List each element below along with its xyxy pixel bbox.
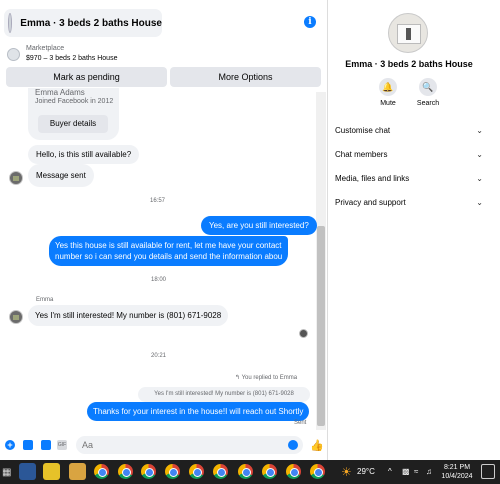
- reply-note-text: You replied to Emma: [241, 375, 298, 381]
- gif-icon[interactable]: GIF: [57, 440, 67, 450]
- sender-avatar[interactable]: [9, 171, 23, 185]
- mark-pending-button[interactable]: Mark as pending: [6, 67, 167, 87]
- info-icon[interactable]: i: [304, 16, 316, 28]
- buyer-name: Emma Adams: [35, 88, 85, 97]
- search-icon: 🔍: [419, 78, 437, 96]
- message-line: Yes this house is still available for re…: [55, 241, 282, 250]
- menu-label: Chat members: [335, 150, 388, 159]
- menu-chat-members[interactable]: Chat members ⌄: [335, 146, 483, 164]
- chrome-icon[interactable]: [238, 464, 253, 479]
- emoji-icon[interactable]: [288, 440, 298, 450]
- chevron-down-icon: ⌄: [476, 150, 483, 159]
- message-bubble-out[interactable]: Yes, are you still interested?: [201, 216, 317, 235]
- chrome-icon[interactable]: [118, 464, 133, 479]
- message-bubble-in[interactable]: Yes I'm still interested! My number is (…: [28, 305, 229, 326]
- timestamp: 20:21: [151, 353, 167, 359]
- buyer-profile-card: Emma Adams Joined Facebook in 2012 Buyer…: [28, 88, 119, 140]
- chevron-down-icon: ⌄: [476, 174, 483, 183]
- listing-thumbnail: [7, 48, 20, 61]
- wifi-icon[interactable]: ≈: [414, 467, 418, 476]
- search-label: Search: [416, 100, 440, 107]
- sent-status: Sent: [294, 420, 307, 426]
- buyer-details-button[interactable]: Buyer details: [38, 115, 108, 133]
- menu-privacy-support[interactable]: Privacy and support ⌄: [335, 194, 483, 212]
- chevron-down-icon: ⌄: [476, 126, 483, 135]
- reply-icon: ↰: [235, 375, 242, 381]
- conversation-info-panel: Emma · 3 beds 2 baths House 🔔 Mute 🔍 Sea…: [329, 0, 500, 460]
- chat-title-button[interactable]: Emma · 3 beds 2 baths House: [4, 9, 162, 37]
- chat-title: Emma · 3 beds 2 baths House: [20, 17, 162, 29]
- reply-note: ↰ You replied to Emma: [235, 374, 297, 381]
- chrome-icon[interactable]: [213, 464, 228, 479]
- marketplace-label: Marketplace: [26, 45, 65, 52]
- chrome-icon[interactable]: [310, 464, 325, 479]
- message-bubble-in[interactable]: Message sent: [28, 164, 94, 187]
- sticker-icon[interactable]: [41, 440, 51, 450]
- chevron-down-icon: ⌄: [476, 198, 483, 207]
- listing-avatar: [388, 13, 428, 53]
- messenger-window: Emma · 3 beds 2 baths House i Marketplac…: [0, 0, 500, 484]
- mute-button[interactable]: 🔔 Mute: [373, 78, 403, 107]
- side-title: Emma · 3 beds 2 baths House: [345, 59, 473, 69]
- scrollbar-thumb[interactable]: [317, 226, 325, 426]
- chrome-icon[interactable]: [189, 464, 204, 479]
- sender-avatar[interactable]: [9, 310, 23, 324]
- notification-icon[interactable]: [481, 464, 495, 479]
- chat-pane: Emma · 3 beds 2 baths House i Marketplac…: [0, 0, 328, 460]
- start-icon[interactable]: ▦: [2, 467, 11, 478]
- menu-customise-chat[interactable]: Customise chat ⌄: [335, 122, 483, 140]
- timestamp: 18:00: [151, 277, 167, 283]
- gallery-icon[interactable]: [23, 440, 33, 450]
- search-button[interactable]: 🔍 Search: [413, 78, 443, 107]
- menu-label: Media, files and links: [335, 174, 410, 183]
- listing-price[interactable]: $970 – 3 beds 2 baths House: [26, 55, 117, 62]
- folder-icon[interactable]: [69, 463, 86, 480]
- contact-avatar: [8, 13, 13, 33]
- message-input[interactable]: [76, 436, 303, 454]
- clock-date: 10/4/2024: [441, 473, 473, 480]
- menu-label: Customise chat: [335, 126, 391, 135]
- menu-label: Privacy and support: [335, 198, 406, 207]
- app-icon[interactable]: [19, 463, 36, 480]
- message-line: number so i can send you details and sen…: [55, 252, 283, 261]
- tray-overflow-icon[interactable]: ^: [388, 467, 392, 476]
- chrome-icon[interactable]: [94, 464, 109, 479]
- network-icon[interactable]: ▩: [402, 467, 410, 476]
- volume-icon[interactable]: ♫: [426, 467, 432, 476]
- plus-icon[interactable]: +: [5, 440, 15, 450]
- temperature[interactable]: 29°C: [357, 467, 375, 476]
- reply-quote[interactable]: Yes I'm still interested! My number is (…: [138, 387, 310, 402]
- mute-label: Mute: [380, 100, 396, 107]
- chrome-icon[interactable]: [262, 464, 277, 479]
- message-bubble-in[interactable]: Hello, is this still available?: [28, 145, 140, 164]
- thumbs-up-icon[interactable]: 👍: [310, 439, 324, 452]
- chrome-icon[interactable]: [286, 464, 301, 479]
- taskbar: ▦ ☀ 29°C ^ ▩ ≈ ♫ 8:21 PM 10/4/2024: [0, 460, 500, 484]
- message-bubble-out[interactable]: Yes this house is still available for re…: [49, 236, 289, 266]
- chrome-icon[interactable]: [165, 464, 180, 479]
- weather-icon[interactable]: ☀: [341, 465, 352, 479]
- chrome-icon[interactable]: [141, 464, 156, 479]
- bell-icon: 🔔: [379, 78, 397, 96]
- clock[interactable]: 8:21 PM 10/4/2024: [440, 463, 474, 481]
- buyer-joined: Joined Facebook in 2012: [35, 98, 114, 105]
- message-bubble-out[interactable]: Thanks for your interest in the house!I …: [87, 402, 310, 421]
- clock-time: 8:21 PM: [443, 464, 471, 471]
- timestamp: 16:57: [150, 198, 166, 204]
- seen-avatar: [299, 329, 308, 338]
- more-options-button[interactable]: More Options: [170, 67, 321, 87]
- app-icon[interactable]: [43, 463, 60, 480]
- menu-media-files[interactable]: Media, files and links ⌄: [335, 170, 483, 188]
- sender-name: Emma: [36, 297, 54, 303]
- chat-header: Emma · 3 beds 2 baths House i: [0, 0, 328, 44]
